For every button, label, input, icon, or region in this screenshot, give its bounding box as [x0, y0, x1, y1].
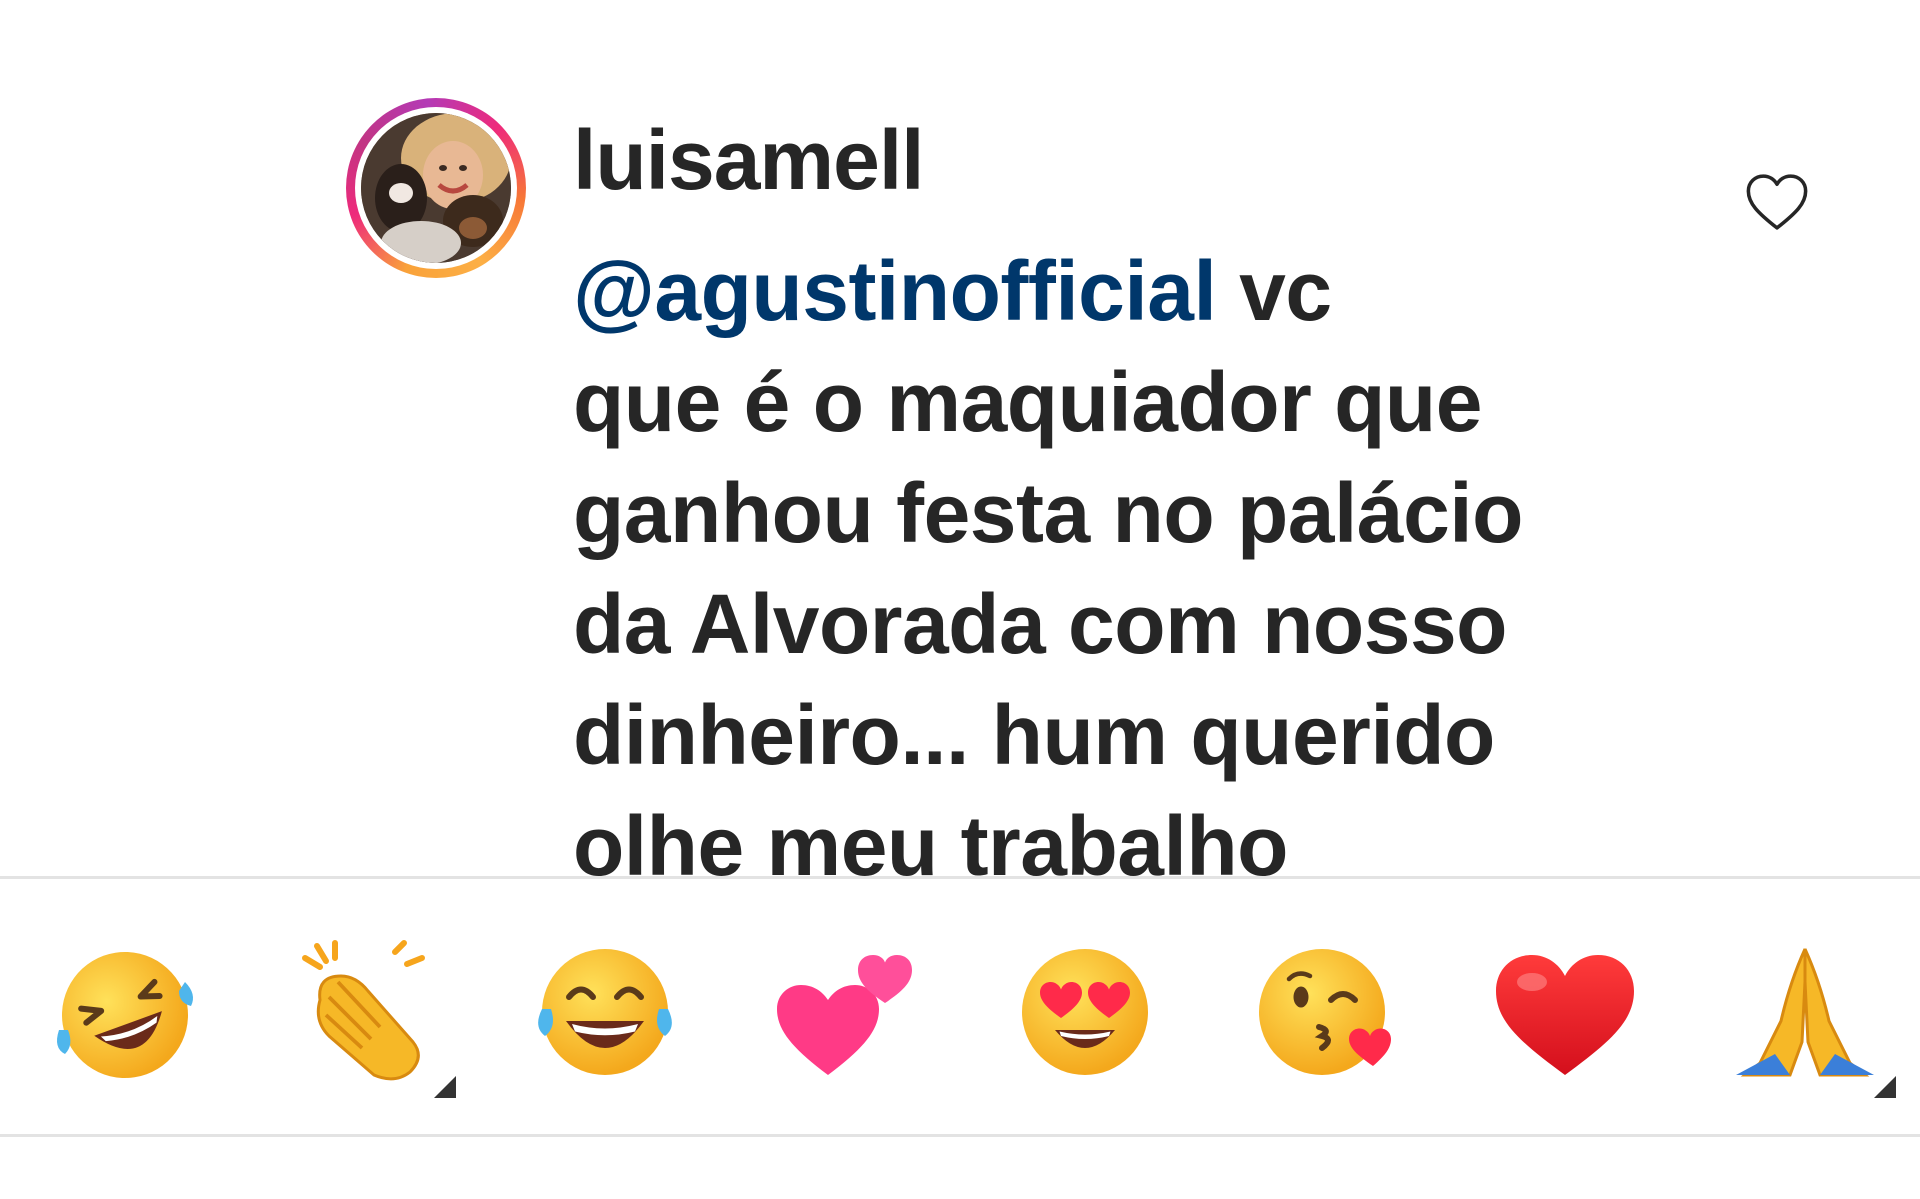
- comment-text-line: que é o maquiador que: [573, 355, 1482, 449]
- red-heart-icon: [1496, 955, 1634, 1075]
- avatar[interactable]: [346, 98, 526, 278]
- comment-text: @agustinofficial vc que é o maquiador que…: [573, 236, 1693, 876]
- avatar-border: [355, 107, 517, 269]
- avatar-image: [361, 113, 511, 263]
- clapping-hands-icon: [302, 940, 425, 1081]
- emoji-face-blowing-a-kiss[interactable]: [1250, 937, 1400, 1087]
- emoji-two-hearts[interactable]: [768, 937, 918, 1087]
- tears-of-joy-icon: [538, 949, 672, 1075]
- two-hearts-icon: [777, 955, 912, 1075]
- comment-text-line: dinheiro... hum querido: [573, 688, 1495, 782]
- heart-outline-icon[interactable]: [1744, 172, 1810, 232]
- skin-tone-indicator: [1874, 1076, 1896, 1098]
- emoji-heart-eyes[interactable]: [1010, 937, 1160, 1087]
- rolling-laughing-icon: [57, 952, 193, 1078]
- blowing-kiss-icon: [1259, 949, 1391, 1075]
- mention-link[interactable]: @agustinofficial: [573, 244, 1217, 338]
- emoji-folded-hands[interactable]: [1730, 937, 1880, 1087]
- comment-text-line: da Alvorada com nosso: [573, 577, 1507, 671]
- comment-username[interactable]: luisamell: [573, 118, 925, 202]
- comment-text-line: olhe meu trabalho: [573, 799, 1288, 876]
- emoji-quick-reactions: [0, 879, 1920, 1134]
- comment: luisamell @agustinofficial vc que é o maq…: [0, 0, 1920, 876]
- avatar-photo: [361, 113, 511, 263]
- skin-tone-indicator: [434, 1076, 456, 1098]
- emoji-red-heart[interactable]: [1490, 937, 1640, 1087]
- comment-text-line: vc: [1216, 244, 1332, 338]
- emoji-face-with-tears-of-joy[interactable]: [530, 937, 680, 1087]
- divider: [0, 1134, 1920, 1137]
- comment-text-line: ganhou festa no palácio: [573, 466, 1523, 560]
- heart-eyes-icon: [1022, 949, 1148, 1075]
- emoji-clapping-hands[interactable]: [290, 937, 440, 1087]
- emoji-rolling-on-floor-laughing[interactable]: [50, 937, 200, 1087]
- folded-hands-icon: [1736, 948, 1874, 1077]
